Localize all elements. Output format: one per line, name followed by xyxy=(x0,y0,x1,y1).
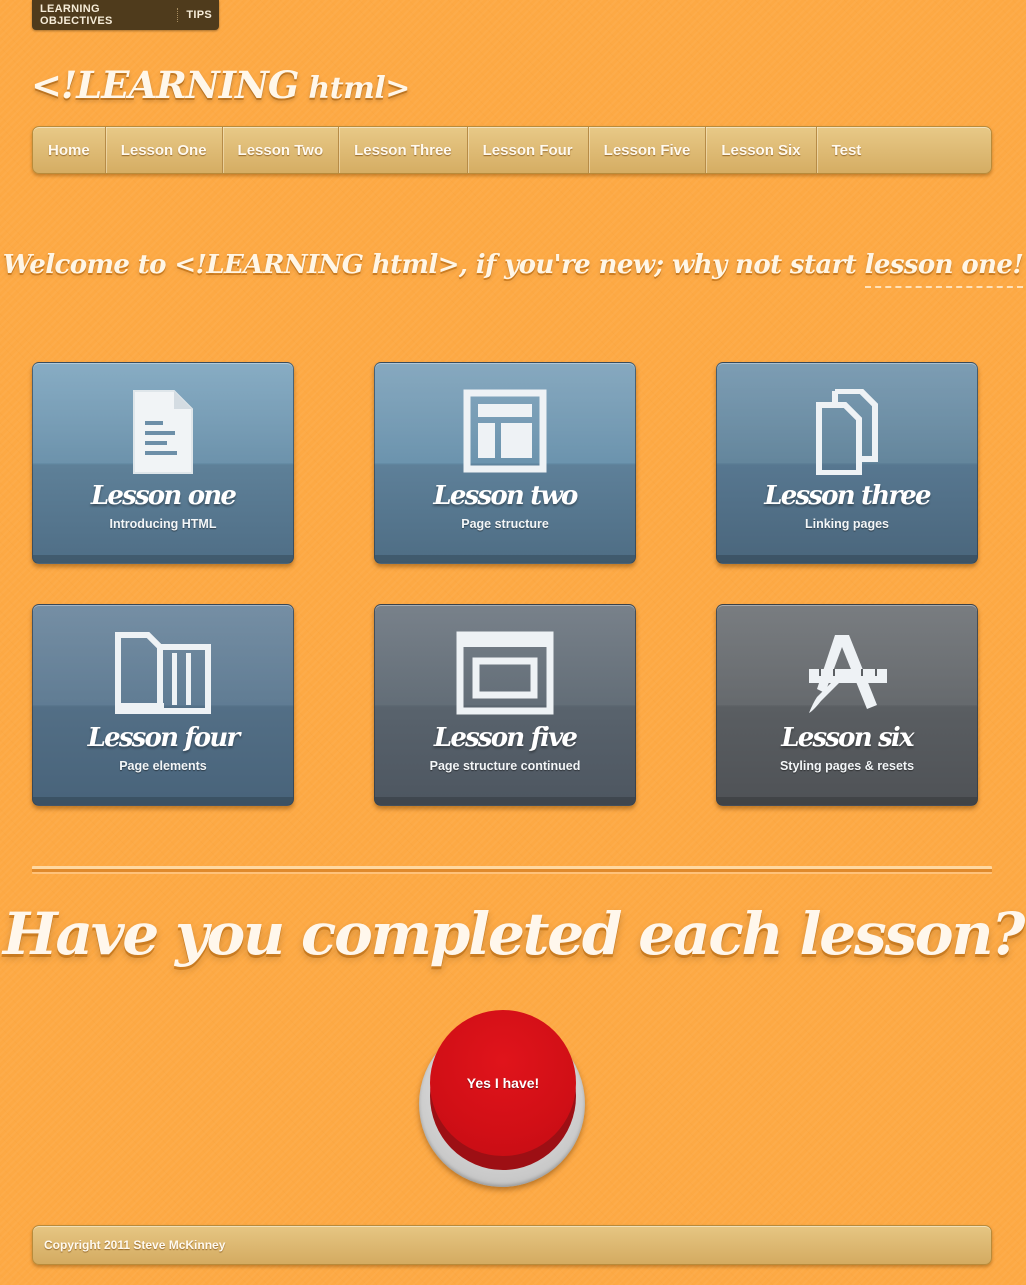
copyright-text: Copyright 2011 Steve McKinney xyxy=(44,1238,226,1252)
yes-i-have-button[interactable]: Yes I have! xyxy=(430,1010,576,1156)
lesson-title: Lesson two xyxy=(433,481,578,511)
card-shade xyxy=(375,797,635,805)
design-tools-icon xyxy=(809,635,887,713)
lesson-subtitle: Styling pages & resets xyxy=(779,759,915,773)
logo-small: html> xyxy=(298,71,410,106)
page-elements-icon xyxy=(115,632,211,714)
lesson-card-one[interactable]: Lesson one Introducing HTML xyxy=(32,362,294,564)
card-shade xyxy=(717,797,977,805)
lesson-card-four[interactable]: Lesson four Page elements xyxy=(32,604,294,806)
top-tab-bar: LEARNING OBJECTIVES TIPS xyxy=(32,0,219,30)
nav-lesson-three[interactable]: Lesson Three xyxy=(339,127,468,173)
card-shade xyxy=(375,555,635,563)
logo-main: <!LEARNING xyxy=(31,63,299,107)
site-logo[interactable]: <!LEARNING html> xyxy=(31,63,410,107)
tips-link[interactable]: TIPS xyxy=(186,9,219,21)
lesson-card-two[interactable]: Lesson two Page structure xyxy=(374,362,636,564)
completion-question: Have you completed each lesson? xyxy=(2,900,1025,968)
start-lesson-one-link[interactable]: lesson one! xyxy=(864,250,1024,288)
card-shade xyxy=(33,555,293,563)
lesson-title: Lesson three xyxy=(764,481,931,511)
linked-documents-icon xyxy=(816,389,878,475)
layout-icon xyxy=(463,389,547,473)
lesson-card-three[interactable]: Lesson three Linking pages xyxy=(716,362,978,564)
nav-test[interactable]: Test xyxy=(817,127,877,173)
document-icon xyxy=(133,390,193,474)
lesson-subtitle: Page elements xyxy=(119,759,207,773)
nav-lesson-two[interactable]: Lesson Two xyxy=(223,127,340,173)
lesson-title: Lesson five xyxy=(433,723,578,753)
browser-window-icon xyxy=(456,631,554,715)
lesson-card-five[interactable]: Lesson five Page structure continued xyxy=(374,604,636,806)
lesson-subtitle: Introducing HTML xyxy=(109,517,217,531)
nav-lesson-five[interactable]: Lesson Five xyxy=(589,127,707,173)
lesson-card-six[interactable]: Lesson six Styling pages & resets xyxy=(716,604,978,806)
nav-lesson-one[interactable]: Lesson One xyxy=(106,127,223,173)
welcome-message: Welcome to <!LEARNING html>, if you're n… xyxy=(0,250,1026,288)
welcome-text: Welcome to <!LEARNING html>, if you're n… xyxy=(2,250,865,280)
nav-home[interactable]: Home xyxy=(33,127,106,173)
lesson-subtitle: Linking pages xyxy=(804,517,890,531)
nav-lesson-six[interactable]: Lesson Six xyxy=(706,127,817,173)
learning-objectives-link[interactable]: LEARNING OBJECTIVES xyxy=(40,3,177,27)
card-shade xyxy=(717,555,977,563)
main-nav: Home Lesson One Lesson Two Lesson Three … xyxy=(32,126,992,174)
lesson-subtitle: Page structure continued xyxy=(429,759,581,773)
lesson-title: Lesson one xyxy=(90,481,237,511)
section-divider xyxy=(32,866,992,874)
footer: Copyright 2011 Steve McKinney xyxy=(32,1225,992,1265)
lesson-title: Lesson six xyxy=(781,723,914,753)
lesson-subtitle: Page structure xyxy=(461,517,549,531)
tab-separator xyxy=(177,8,179,22)
nav-lesson-four[interactable]: Lesson Four xyxy=(468,127,589,173)
lesson-title: Lesson four xyxy=(87,723,241,753)
card-shade xyxy=(33,797,293,805)
